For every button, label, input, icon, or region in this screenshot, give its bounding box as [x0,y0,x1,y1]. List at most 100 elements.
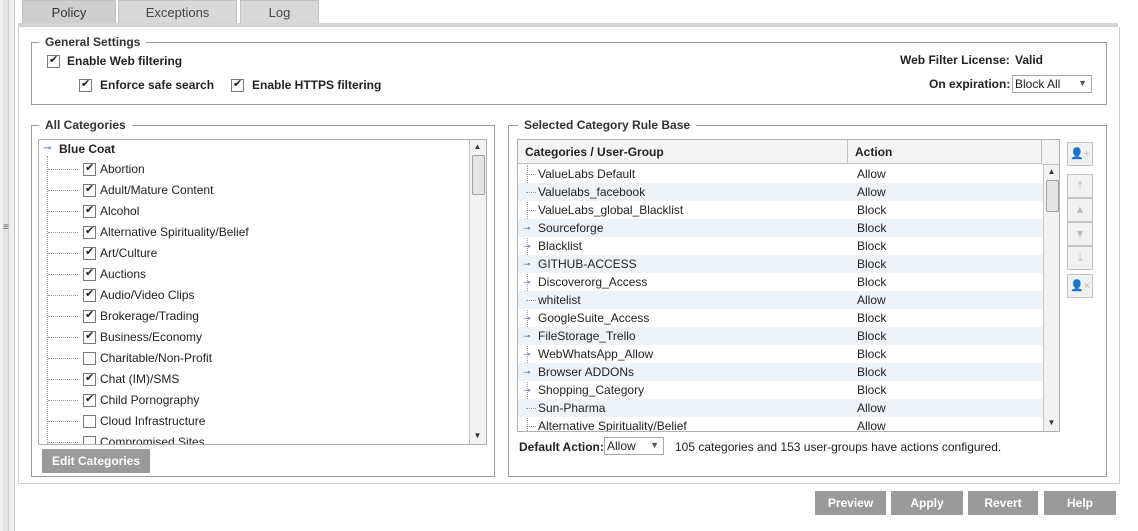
expand-icon[interactable]: ⊸ [523,313,531,324]
row-name: Sun-Pharma [538,401,606,415]
expand-icon[interactable]: ⊸ [523,277,531,288]
move-top-icon[interactable]: ⤒ [1067,174,1093,198]
table-row[interactable]: ValueLabs Default Allow [518,165,1043,183]
table-row[interactable]: ⊸ Blacklist Block [518,237,1043,255]
category-checkbox[interactable] [83,161,96,176]
move-up-icon[interactable]: ▲ [1067,198,1093,222]
move-down-icon[interactable]: ▼ [1067,222,1093,246]
category-label: Cloud Infrastructure [100,414,206,428]
row-name: Alternative Spirituality/Belief [538,419,687,432]
row-action[interactable]: Block [857,257,886,271]
category-checkbox[interactable] [83,329,96,344]
table-row[interactable]: ⊸ FileStorage_Trello Block [518,327,1043,345]
category-checkbox[interactable] [83,308,96,323]
enable-https-filtering-checkbox[interactable] [231,77,244,92]
category-label: Compromised Sites [100,435,205,445]
category-checkbox[interactable] [83,245,96,260]
enforce-safe-search-checkbox[interactable] [79,77,92,92]
table-row[interactable]: ⊸ Sourceforge Block [518,219,1043,237]
category-tree: ⊸ Blue Coat Abortion Adult/Mature Content… [38,139,487,445]
default-action-label: Default Action: [519,440,604,454]
default-action-select[interactable]: Allow ▼ [604,437,664,455]
preview-button[interactable]: Preview [815,491,886,515]
tree-collapse-icon[interactable]: ⊸ [43,143,51,154]
row-action[interactable]: Block [857,203,886,217]
table-row[interactable]: whitelist Allow [518,291,1043,309]
row-action[interactable]: Block [857,239,886,253]
scroll-up-icon[interactable]: ▲ [1044,165,1059,179]
column-header-categories[interactable]: Categories / User-Group [518,140,848,164]
scroll-up-icon[interactable]: ▲ [470,140,485,154]
category-checkbox[interactable] [83,392,96,407]
tree-connector [48,169,78,171]
revert-button[interactable]: Revert [968,491,1038,515]
row-action[interactable]: Block [857,221,886,235]
row-action[interactable]: Block [857,329,886,343]
table-row[interactable]: ⊸ Discoverorg_Access Block [518,273,1043,291]
row-action[interactable]: Allow [857,167,886,181]
expand-icon[interactable]: ⊸ [523,331,531,342]
edit-categories-button[interactable]: Edit Categories [42,449,150,473]
help-button[interactable]: Help [1044,491,1116,515]
table-row[interactable]: ⊸ Shopping_Category Block [518,381,1043,399]
category-checkbox[interactable] [83,266,96,281]
left-splitter[interactable]: ≡ [0,0,15,531]
table-row[interactable]: ⊸ WebWhatsApp_Allow Block [518,345,1043,363]
row-action[interactable]: Allow [857,293,886,307]
tree-connector [48,316,78,318]
expand-icon[interactable]: ⊸ [523,367,531,378]
expand-icon[interactable]: ⊸ [523,259,531,270]
row-action[interactable]: Allow [857,401,886,415]
move-bottom-icon[interactable]: ⤓ [1067,246,1093,270]
table-row[interactable]: ⊸ GoogleSuite_Access Block [518,309,1043,327]
row-name: whitelist [538,293,581,307]
scroll-thumb[interactable] [472,155,485,195]
table-row[interactable]: Alternative Spirituality/Belief Allow [518,417,1043,432]
table-row[interactable]: ValueLabs_global_Blacklist Block [518,201,1043,219]
expiration-select-value: Block All [1015,77,1061,91]
category-checkbox[interactable] [83,203,96,218]
add-user-group-icon[interactable]: 👤+ [1067,142,1093,166]
row-action[interactable]: Block [857,383,886,397]
expand-icon[interactable]: ⊸ [523,223,531,234]
category-checkbox[interactable] [83,371,96,386]
category-checkbox[interactable] [83,224,96,239]
category-checkbox[interactable] [83,415,96,428]
category-label: Child Pornography [100,393,200,407]
tab-log[interactable]: Log [240,0,319,24]
expand-icon[interactable]: ⊸ [523,349,531,360]
row-action[interactable]: Allow [857,419,886,431]
row-action[interactable]: Allow [857,185,886,199]
category-checkbox[interactable] [83,287,96,302]
table-row[interactable]: Sun-Pharma Allow [518,399,1043,417]
scroll-thumb[interactable] [1046,180,1059,212]
expand-icon[interactable]: ⊸ [523,241,531,252]
default-action-value: Allow [607,439,636,453]
tab-exceptions[interactable]: Exceptions [118,0,237,24]
row-action[interactable]: Block [857,311,886,325]
apply-button[interactable]: Apply [891,491,963,515]
category-tree-scrollbar[interactable]: ▲ ▼ [469,140,486,444]
category-checkbox[interactable] [83,436,96,444]
scroll-down-icon[interactable]: ▼ [470,429,485,443]
row-action[interactable]: Block [857,347,886,361]
category-checkbox[interactable] [83,352,96,365]
row-name: FileStorage_Trello [538,329,636,343]
row-action[interactable]: Block [857,365,886,379]
row-action[interactable]: Block [857,275,886,289]
category-checkbox[interactable] [83,182,96,197]
expiration-select[interactable]: Block All ▼ [1012,75,1092,93]
expand-icon[interactable]: ⊸ [523,385,531,396]
remove-user-group-icon[interactable]: 👤× [1067,274,1093,298]
tree-root-label[interactable]: Blue Coat [59,142,115,156]
tab-policy[interactable]: Policy [22,0,116,24]
column-header-action[interactable]: Action [848,140,1042,164]
table-row[interactable]: ⊸ Browser ADDONs Block [518,363,1043,381]
tree-line-icon [526,174,536,175]
rule-table-scrollbar[interactable]: ▲ ▼ [1043,165,1059,431]
enable-web-filtering-checkbox[interactable] [47,53,60,68]
scroll-down-icon[interactable]: ▼ [1044,416,1059,430]
table-row[interactable]: ⊸ GITHUB-ACCESS Block [518,255,1043,273]
chevron-down-icon: ▼ [650,440,659,450]
table-row[interactable]: Valuelabs_facebook Allow [518,183,1043,201]
